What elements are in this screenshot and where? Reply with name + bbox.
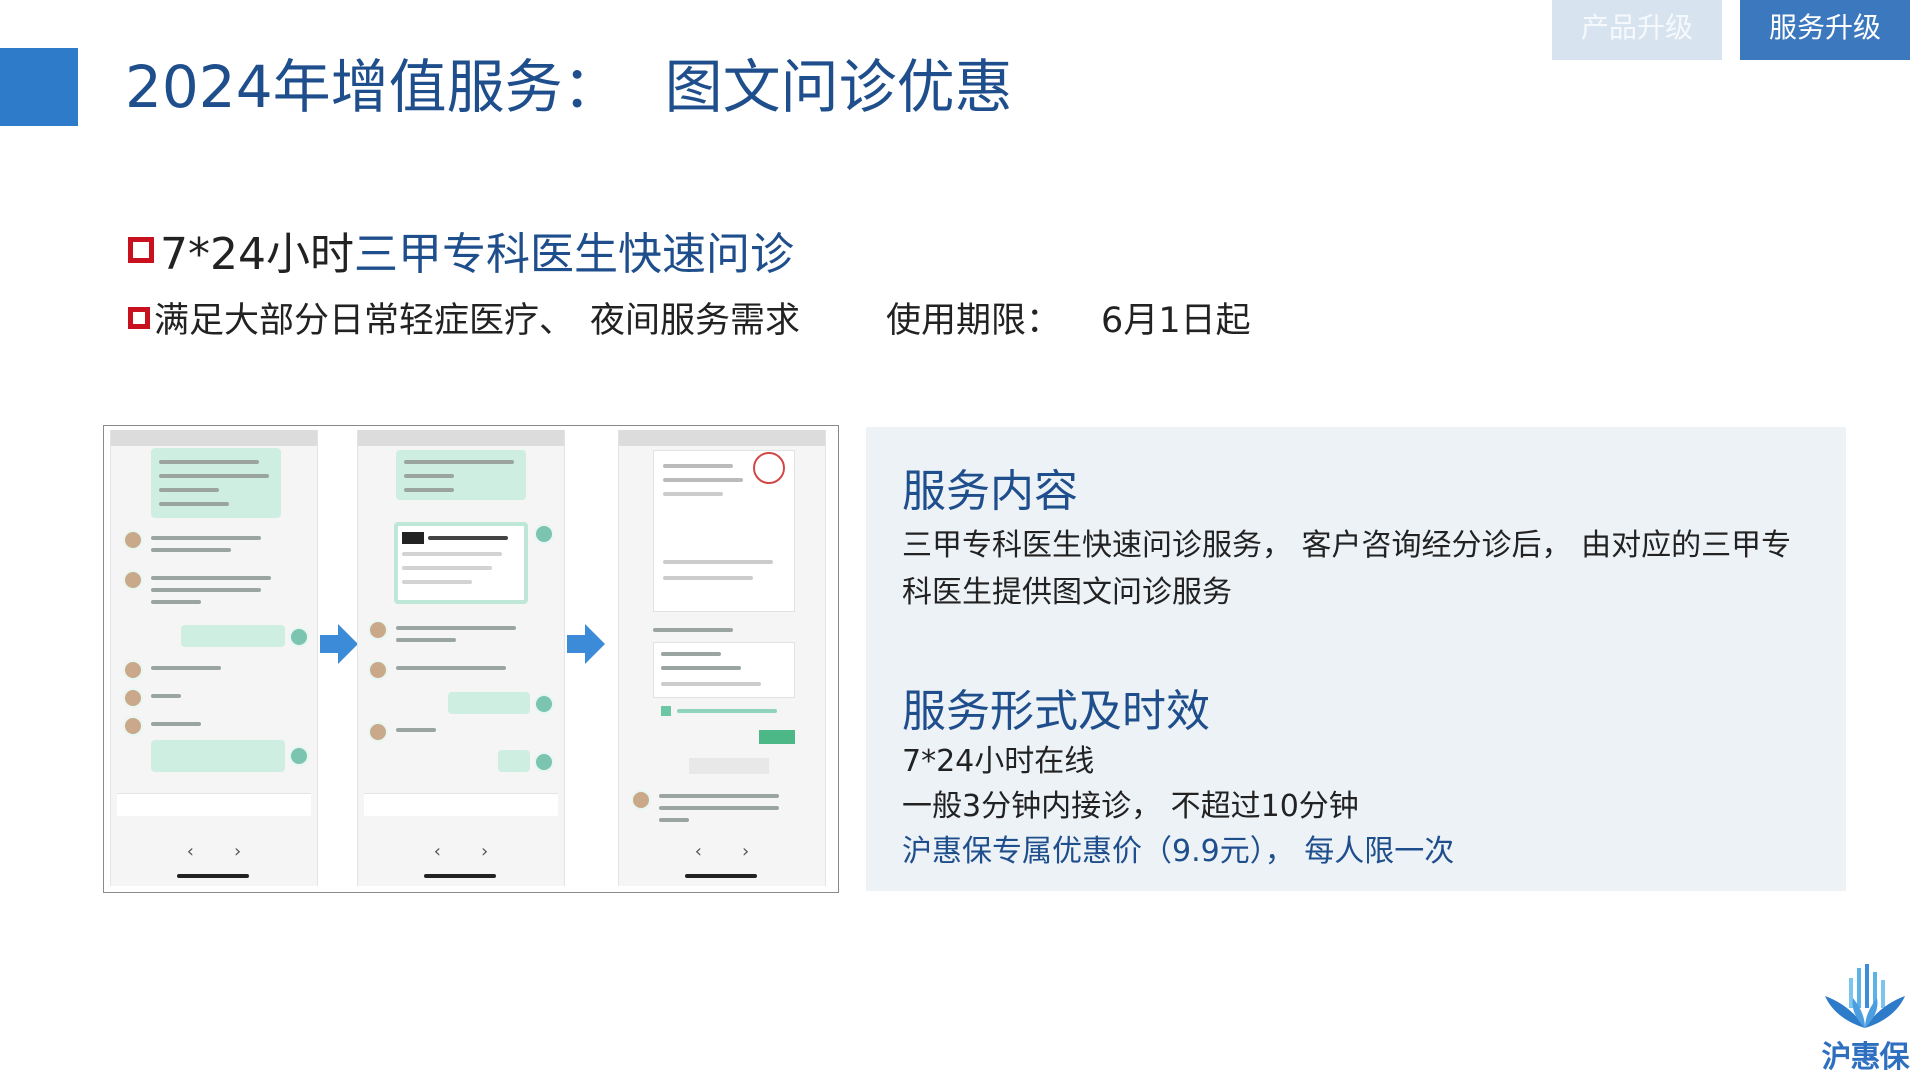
phone-nav-row: ‹› [186,841,282,862]
doctor-avatar-icon [123,660,143,680]
service-form-item: 一般3分钟内接诊， 不超过10分钟 [902,789,1359,824]
service-info-panel: 服务内容 三甲专科医生快速问诊服务， 客户咨询经分诊后， 由对应的三甲专科医生提… [866,427,1846,891]
usage-period-value: 6月1日起 [1101,301,1251,341]
service-form-list: 7*24小时在线 一般3分钟内接诊， 不超过10分钟 沪惠保专属优惠价（9.9元… [902,739,1454,874]
page-title-sub: 图文问诊优惠 [664,53,1013,121]
chat-bubble [448,692,530,714]
bullet-square-icon [128,237,154,263]
phone-status-bar [358,430,564,446]
doctor-avatar-icon [631,790,651,810]
doctor-avatar-icon [368,620,388,640]
user-avatar-icon [534,524,554,544]
checkbox-icon [661,706,671,716]
bullet-fast-consult: 7*24小时 三甲专科医生快速问诊 [128,218,794,282]
doctor-avatar-icon [123,716,143,736]
chat-input-bar [117,793,311,816]
doctor-avatar-icon [123,688,143,708]
confirm-button [759,730,795,744]
chat-bubble [498,750,530,772]
usage-period-label: 使用期限： [886,301,1062,341]
phone-nav-row: ‹› [694,841,790,862]
tab-product-upgrade[interactable]: 产品升级 [1552,0,1722,60]
doctor-avatar-icon [123,570,143,590]
seal-stamp-icon [753,452,785,484]
page-title: 2024年增值服务： 图文问诊优惠 [125,48,1013,126]
phone-nav-row: ‹› [433,841,529,862]
service-content-heading: 服务内容 [902,466,1078,517]
user-avatar-icon [289,627,309,647]
tab-service-upgrade[interactable]: 服务升级 [1740,0,1910,60]
bullet-fast-consult-highlight: 三甲专科医生快速问诊 [353,229,794,280]
medicine-card [653,642,795,698]
title-accent-block [0,48,78,126]
phone-home-bar [424,874,496,878]
phone-home-bar [685,874,757,878]
bullet-daily-needs-text: 满足大部分日常轻症医疗、 [154,301,575,341]
brand-logo-text: 沪惠保 [1821,1040,1910,1075]
user-avatar-icon [534,752,554,772]
chat-bubble [151,448,281,518]
phone-screenshot-3: ‹› [618,430,826,886]
user-avatar-icon [289,746,309,766]
doctor-avatar-icon [368,660,388,680]
chat-bubble [181,625,285,647]
lotus-logo-icon [1825,964,1905,1028]
doctor-avatar-icon [368,722,388,742]
phone-screenshot-1: ‹› [110,430,318,886]
service-form-item: 沪惠保专属优惠价（9.9元）， 每人限一次 [902,834,1455,869]
service-form-item: 7*24小时在线 [902,744,1095,779]
bullet-fast-consult-prefix: 7*24小时 [160,229,354,280]
chat-input-bar [364,793,558,816]
phone-status-bar [619,430,825,446]
page-title-main: 2024年增值服务： [125,53,621,121]
phone-home-bar [177,874,249,878]
doctor-avatar-icon [123,530,143,550]
user-avatar-icon [534,694,554,714]
bullet-daily-needs: 满足大部分日常轻症医疗、 夜间服务需求 使用期限： 6月1日起 [128,292,1251,343]
chat-bubble [151,740,285,772]
app-screenshots: ‹› ‹› ‹› [103,425,839,893]
phone-status-bar [111,430,317,446]
phone-screenshot-2: ‹› [357,430,565,886]
bullet-square-icon [128,306,150,329]
brand-logo: 沪惠保 [1815,962,1915,1075]
notice-chip [689,758,769,774]
bullet-daily-needs-text2: 夜间服务需求 [590,301,801,341]
service-form-heading: 服务形式及时效 [902,686,1210,737]
service-content-text: 三甲专科医生快速问诊服务， 客户咨询经分诊后， 由对应的三甲专科医生提供图文问诊… [902,528,1792,610]
